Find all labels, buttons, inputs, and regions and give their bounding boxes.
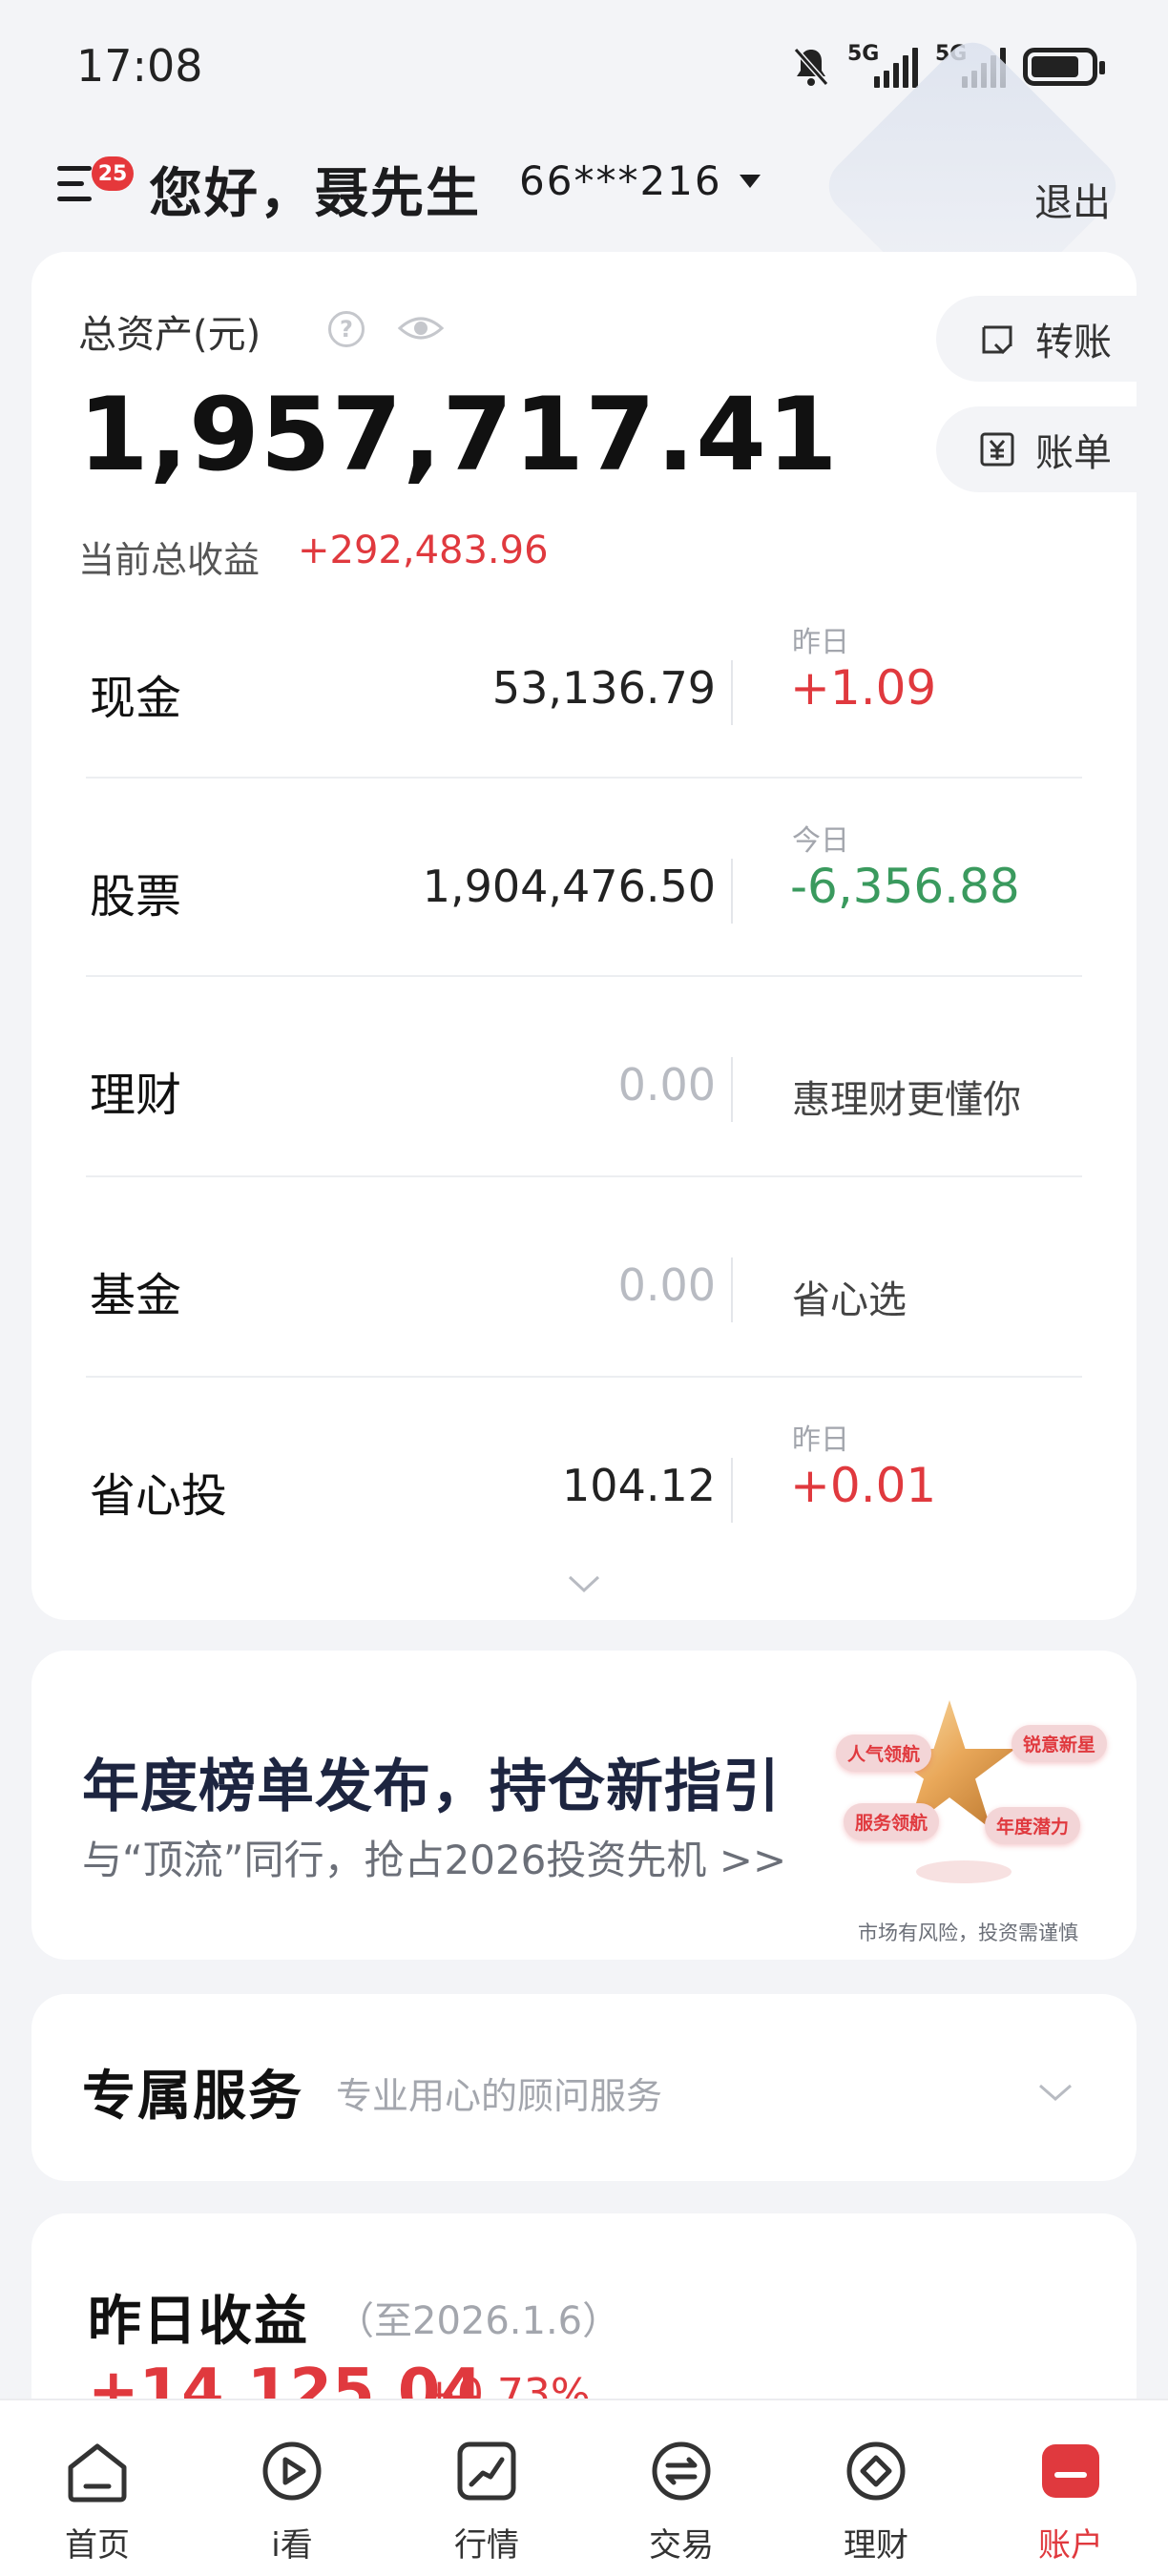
row-change: +0.01: [790, 1458, 937, 1513]
tab-label: i看: [271, 2526, 313, 2565]
row-separator: [86, 777, 1082, 779]
tab-wealth[interactable]: 理财: [779, 2400, 973, 2576]
row-promo[interactable]: 惠理财更懂你: [792, 1069, 1021, 1124]
tab-label: 行情: [454, 2526, 519, 2565]
bill-label: 账单: [1035, 431, 1112, 475]
asset-row-fund[interactable]: 基金 0.00 省心选: [86, 1179, 1082, 1378]
banner-subtitle: 与“顶流”同行，抢占2026投资先机 >>: [82, 1837, 787, 1883]
row-divider: [731, 859, 733, 924]
chevron-down-icon[interactable]: [1036, 2080, 1074, 2105]
yesterday-earnings-title: 昨日收益: [88, 2291, 309, 2353]
row-change-label: 今日: [792, 824, 849, 858]
row-separator: [86, 1175, 1082, 1177]
banner-tag: 年度潜力: [985, 1807, 1081, 1844]
bill-icon: [980, 432, 1014, 467]
banner-tag: 服务领航: [844, 1803, 940, 1840]
row-amount: 1,904,476.50: [422, 861, 716, 912]
row-change: +1.09: [790, 660, 937, 716]
tab-market[interactable]: 行情: [389, 2400, 584, 2576]
row-divider: [731, 660, 733, 725]
total-assets-value: 1,957,717.41: [78, 376, 839, 493]
play-icon: [262, 2441, 322, 2501]
service-subtitle: 专业用心的顾问服务: [336, 2075, 663, 2117]
greeting: 您好，聂先生: [149, 163, 481, 225]
row-name: 省心投: [90, 1469, 228, 1523]
row-amount: 53,136.79: [491, 662, 716, 714]
tab-home[interactable]: 首页: [0, 2400, 195, 2576]
row-name: 基金: [90, 1269, 182, 1322]
asset-row-smart-invest[interactable]: 省心投 104.12 昨日 +0.01: [86, 1380, 1082, 1578]
account-number: 66***216: [519, 157, 722, 204]
account-icon: [1042, 2444, 1099, 2498]
signal-1-icon: 5G: [847, 42, 918, 88]
transfer-button[interactable]: 转账: [936, 296, 1137, 382]
asset-row-stocks[interactable]: 股票 1,904,476.50 今日 -6,356.88: [86, 780, 1082, 979]
home-icon: [68, 2443, 127, 2503]
row-name: 现金: [90, 672, 182, 725]
pedestal-graphic: [916, 1860, 1012, 1883]
eye-icon[interactable]: [397, 311, 445, 345]
help-icon[interactable]: ?: [328, 311, 365, 347]
transfer-icon: [982, 325, 1012, 355]
row-amount: 0.00: [617, 1059, 716, 1111]
banner-tag: 人气领航: [836, 1735, 932, 1772]
row-promo[interactable]: 省心选: [792, 1269, 907, 1324]
total-profit-value: +292,483.96: [298, 529, 549, 572]
account-selector[interactable]: 66***216: [519, 157, 761, 204]
tab-label: 账户: [1038, 2526, 1103, 2565]
exchange-icon: [652, 2441, 711, 2501]
expand-chevron-icon[interactable]: [567, 1572, 601, 1595]
total-assets-label: 总资产(元): [78, 313, 261, 357]
row-name: 股票: [90, 870, 182, 924]
transfer-label: 转账: [1035, 321, 1112, 364]
tab-label: 交易: [649, 2526, 714, 2565]
notification-badge: 25: [92, 156, 134, 191]
battery-icon: [1023, 48, 1105, 86]
row-divider: [731, 1057, 733, 1122]
logout-button[interactable]: 退出: [1034, 172, 1111, 227]
asset-row-cash[interactable]: 现金 53,136.79 昨日 +1.09: [86, 582, 1082, 780]
tab-label: 理财: [844, 2526, 908, 2565]
row-name: 理财: [90, 1069, 182, 1122]
total-profit-label: 当前总收益: [78, 539, 261, 581]
mute-bell-icon: [793, 48, 829, 86]
caret-down-icon: [739, 174, 761, 188]
risk-disclaimer: 市场有风险，投资需谨慎: [858, 1922, 1078, 1944]
bottom-tab-bar: 首页 i看 行情 交易 理财 账户: [0, 2399, 1168, 2576]
tab-label: 首页: [65, 2526, 130, 2565]
asset-row-wealth[interactable]: 理财 0.00 惠理财更懂你: [86, 979, 1082, 1177]
row-change-label: 昨日: [792, 1423, 849, 1457]
status-time: 17:08: [76, 40, 203, 92]
yesterday-earnings-date: （至2026.1.6）: [336, 2299, 621, 2343]
row-divider: [731, 1257, 733, 1322]
tab-trade[interactable]: 交易: [584, 2400, 779, 2576]
wealth-icon: [846, 2441, 906, 2501]
banner-title: 年度榜单发布，持仓新指引: [82, 1754, 781, 1820]
row-amount: 104.12: [562, 1460, 716, 1511]
row-change: -6,356.88: [790, 859, 1020, 914]
chart-icon: [457, 2441, 516, 2501]
row-divider: [731, 1458, 733, 1523]
row-separator: [86, 1376, 1082, 1378]
banner-tag: 锐意新星: [1012, 1725, 1108, 1762]
row-change-label: 昨日: [792, 626, 849, 659]
tab-account[interactable]: 账户: [973, 2400, 1168, 2576]
tab-watch[interactable]: i看: [195, 2400, 389, 2576]
row-amount: 0.00: [617, 1259, 716, 1311]
row-separator: [86, 975, 1082, 977]
bill-button[interactable]: 账单: [936, 406, 1137, 492]
service-title: 专属服务: [82, 2066, 303, 2128]
